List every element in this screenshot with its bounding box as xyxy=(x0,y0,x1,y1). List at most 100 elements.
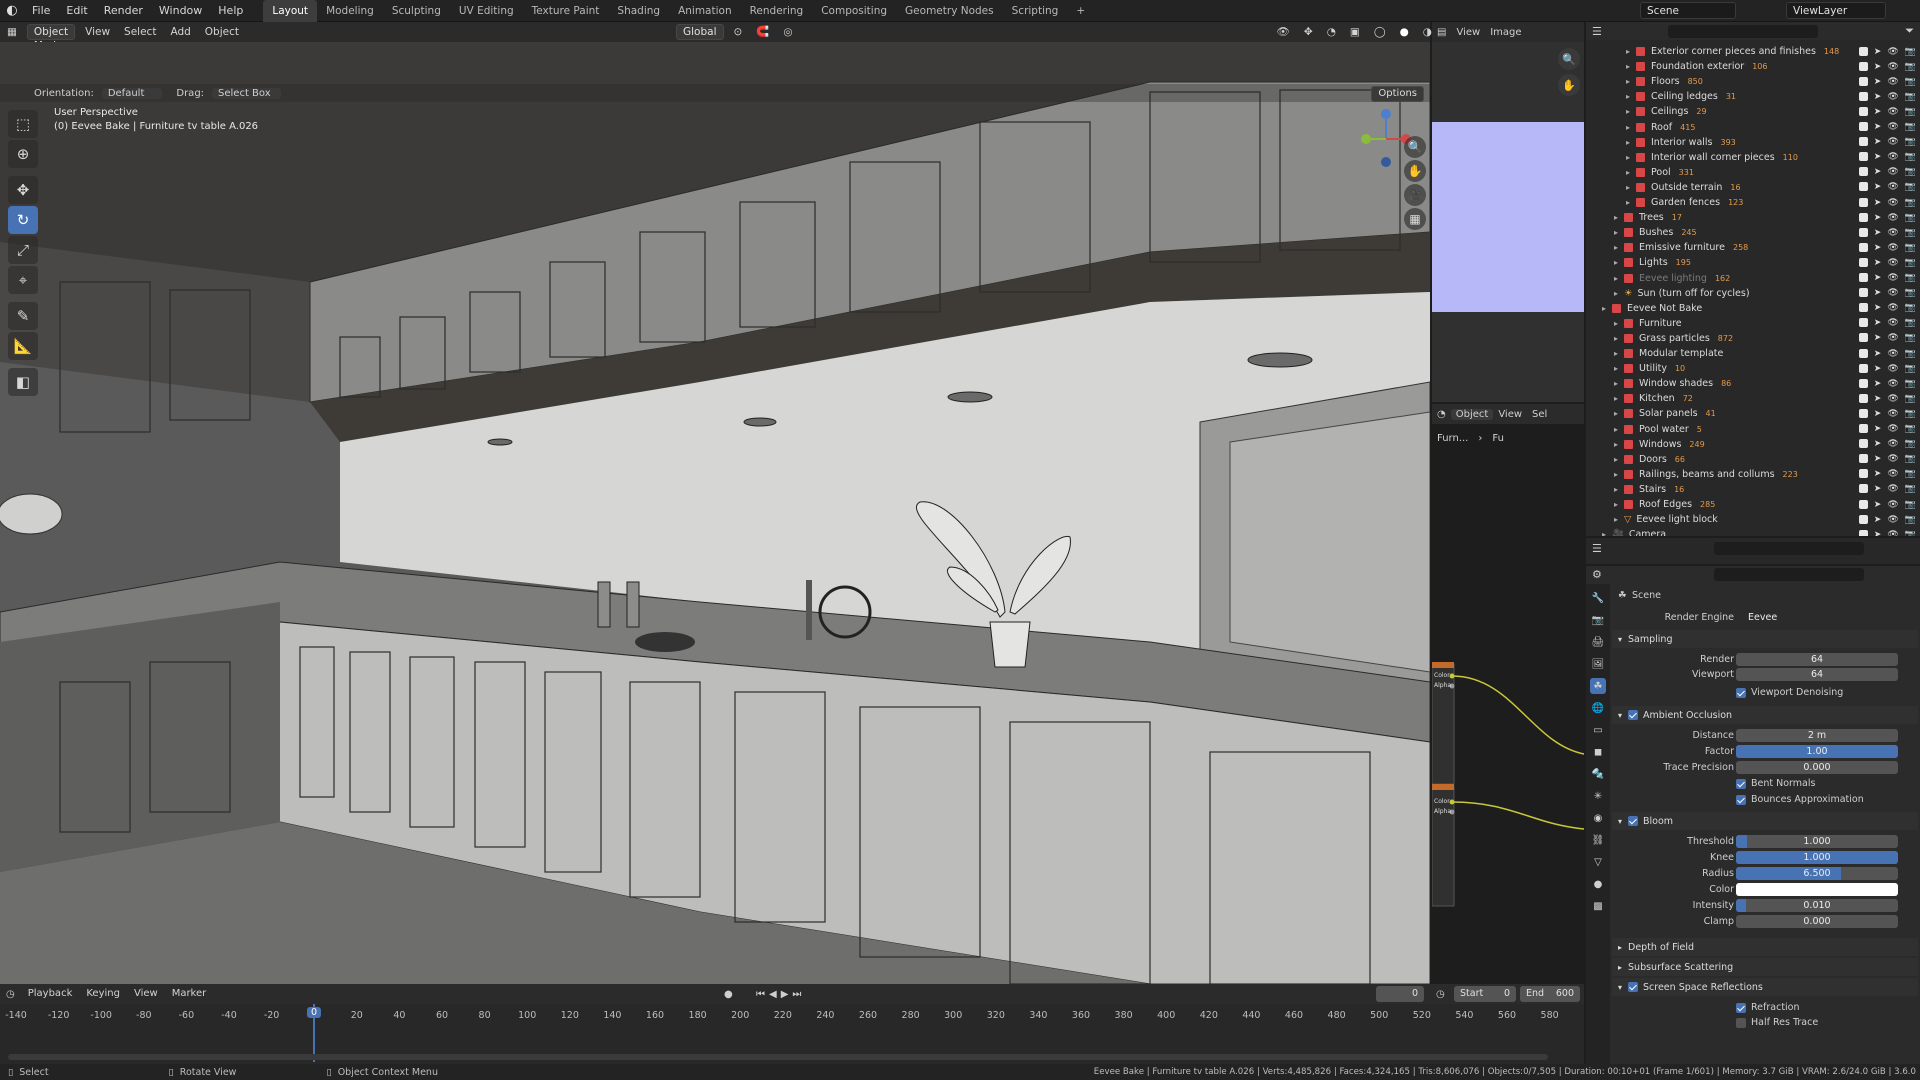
selectable-icon[interactable]: ➤ xyxy=(1874,213,1882,223)
start-frame-field[interactable]: Start 0 xyxy=(1454,986,1516,1002)
bent-normals-checkbox[interactable] xyxy=(1736,778,1746,789)
move-tool-icon[interactable]: ✥ xyxy=(8,176,38,204)
include-checkbox[interactable] xyxy=(1858,484,1868,494)
selectable-icon[interactable]: ➤ xyxy=(1874,228,1882,238)
eye-icon[interactable]: 👁 xyxy=(1887,333,1898,343)
eye-icon[interactable]: 👁 xyxy=(1887,167,1898,177)
outliner-row[interactable]: ▸ Garden fences 123 ➤ 👁 📷 xyxy=(1626,195,1920,210)
selectable-icon[interactable]: ➤ xyxy=(1874,92,1882,102)
expand-arrow-icon[interactable]: ▸ xyxy=(1626,107,1636,116)
bloom-panel-header[interactable]: ▾ Bloom xyxy=(1612,812,1918,830)
render-camera-icon[interactable]: 📷 xyxy=(1905,182,1916,192)
include-checkbox[interactable] xyxy=(1858,273,1868,282)
physics-tab-icon[interactable]: ◉ xyxy=(1590,810,1606,826)
include-checkbox[interactable] xyxy=(1858,303,1868,313)
eye-icon[interactable]: 👁 xyxy=(1887,273,1898,283)
selectable-icon[interactable]: ➤ xyxy=(1874,500,1882,510)
expand-arrow-icon[interactable]: ▸ xyxy=(1614,228,1624,237)
secondary-outliner-icon[interactable]: ☰ xyxy=(1592,542,1602,555)
expand-arrow-icon[interactable]: ▸ xyxy=(1626,138,1636,147)
eye-icon[interactable]: 👁 xyxy=(1887,228,1898,238)
timeline[interactable]: -140 -120 -100 -80 -60 -40 -20 0 20 40 60 80 100 120 1… xyxy=(0,1004,1584,1064)
snap-icon[interactable]: 🧲 xyxy=(749,22,776,42)
expand-arrow-icon[interactable]: ▸ xyxy=(1626,47,1636,56)
render-camera-icon[interactable]: 📷 xyxy=(1905,152,1916,162)
include-checkbox[interactable] xyxy=(1858,122,1868,131)
outliner-filter-icon[interactable]: ⏷ xyxy=(1899,24,1920,38)
3d-viewport[interactable]: Orientation: Default Drag: Select Box Op… xyxy=(0,42,1430,984)
timeline-menu-marker[interactable]: Marker xyxy=(165,984,214,1004)
outliner-row[interactable]: ▸ Exterior corner pieces and finishes 148 ➤… xyxy=(1626,44,1920,59)
render-camera-icon[interactable]: 📷 xyxy=(1905,469,1916,479)
transform-orientation-dropdown[interactable]: Global xyxy=(676,24,724,40)
solid-shading-icon[interactable]: ● xyxy=(1393,22,1416,42)
viewport-samples-field[interactable]: 64 xyxy=(1736,668,1898,681)
refraction-checkbox[interactable] xyxy=(1736,1002,1746,1013)
render-camera-icon[interactable]: 📷 xyxy=(1905,515,1916,525)
include-checkbox[interactable] xyxy=(1858,197,1868,207)
viewport-menu-add[interactable]: Add xyxy=(163,22,197,42)
include-checkbox[interactable] xyxy=(1858,257,1868,267)
outliner-row[interactable]: ▸ Railings, beams and collums 223 ➤ 👁 📷 xyxy=(1614,467,1920,482)
outliner-row[interactable]: ▸ Pool water 5 ➤ 👁 📷 xyxy=(1614,422,1920,437)
eye-icon[interactable]: 👁 xyxy=(1887,62,1898,72)
ssr-panel-header[interactable]: ▾ Screen Space Reflections xyxy=(1612,978,1918,996)
expand-arrow-icon[interactable]: ▸ xyxy=(1626,198,1636,207)
render-camera-icon[interactable]: 📷 xyxy=(1905,198,1916,208)
view-layer-selector[interactable]: ViewLayer xyxy=(1786,2,1886,19)
render-camera-icon[interactable]: 📷 xyxy=(1905,318,1916,328)
render-camera-icon[interactable]: 📷 xyxy=(1905,379,1916,389)
timeline-menu-playback[interactable]: Playback xyxy=(21,984,80,1004)
selectable-icon[interactable]: ➤ xyxy=(1874,243,1882,253)
include-checkbox[interactable] xyxy=(1858,469,1868,479)
outliner-row[interactable]: ▸ Roof Edges 285 ➤ 👁 📷 xyxy=(1614,497,1920,512)
render-camera-icon[interactable]: 📷 xyxy=(1905,364,1916,374)
annotate-tool-icon[interactable]: ✎ xyxy=(8,302,38,330)
outliner-row[interactable]: ▸ Ceiling ledges 31 ➤ 👁 📷 xyxy=(1626,89,1920,104)
zoom-icon[interactable]: 🔍 xyxy=(1404,136,1426,158)
rotate-tool-icon[interactable]: ↻ xyxy=(8,206,38,234)
outliner-row[interactable]: ▸ Eevee lighting 162 ➤ 👁 📷 xyxy=(1614,271,1920,286)
ao-trace-slider[interactable]: 0.000 xyxy=(1736,761,1898,774)
outliner-row[interactable]: ▸ Pool 331 ➤ 👁 📷 xyxy=(1626,165,1920,180)
ao-factor-slider[interactable]: 1.00 xyxy=(1736,745,1898,758)
menu-render[interactable]: Render xyxy=(96,0,151,22)
selectable-icon[interactable]: ➤ xyxy=(1874,303,1882,313)
keyframe-dot-icon[interactable]: ● xyxy=(724,989,733,1000)
tool-tab-icon[interactable]: 🔧 xyxy=(1590,590,1606,606)
timeline-editor-type-icon[interactable]: ◷ xyxy=(0,989,21,1000)
expand-arrow-icon[interactable]: ▸ xyxy=(1614,455,1624,464)
expand-arrow-icon[interactable]: ▸ xyxy=(1626,92,1636,101)
render-camera-icon[interactable]: 📷 xyxy=(1905,424,1916,434)
selectable-icon[interactable]: ➤ xyxy=(1874,530,1882,536)
eye-icon[interactable]: 👁 xyxy=(1887,152,1898,162)
outliner-search-input[interactable] xyxy=(1667,24,1818,38)
render-camera-icon[interactable]: 📷 xyxy=(1905,122,1916,132)
selectable-icon[interactable]: ➤ xyxy=(1874,198,1882,208)
bloom-radius-slider[interactable]: 6.500 xyxy=(1736,867,1898,880)
workspace-tab-scripting[interactable]: Scripting xyxy=(1003,0,1068,22)
current-frame-field[interactable]: 0 xyxy=(1376,986,1424,1002)
sss-panel-header[interactable]: ▸ Subsurface Scattering xyxy=(1612,958,1918,976)
include-checkbox[interactable] xyxy=(1858,499,1868,509)
include-checkbox[interactable] xyxy=(1858,393,1868,403)
include-checkbox[interactable] xyxy=(1858,454,1868,464)
include-checkbox[interactable] xyxy=(1858,91,1868,101)
include-checkbox[interactable] xyxy=(1858,348,1868,358)
menu-edit[interactable]: Edit xyxy=(58,0,95,22)
render-camera-icon[interactable]: 📷 xyxy=(1905,107,1916,117)
expand-arrow-icon[interactable]: ▸ xyxy=(1614,274,1624,283)
include-checkbox[interactable] xyxy=(1858,318,1868,328)
texture-tab-icon[interactable]: ▩ xyxy=(1590,898,1606,914)
eye-icon[interactable]: 👁 xyxy=(1887,182,1898,192)
mode-dropdown[interactable]: Object Mode xyxy=(26,24,76,52)
drag-dropdown[interactable]: Select Box xyxy=(212,87,281,99)
camera-view-icon[interactable]: 🎥 xyxy=(1404,184,1426,206)
world-tab-icon[interactable]: 🌐 xyxy=(1590,700,1606,716)
selectable-icon[interactable]: ➤ xyxy=(1874,167,1882,177)
selectable-icon[interactable]: ➤ xyxy=(1874,394,1882,404)
eye-icon[interactable]: 👁 xyxy=(1887,198,1898,208)
render-camera-icon[interactable]: 📷 xyxy=(1905,394,1916,404)
dof-panel-header[interactable]: ▸ Depth of Field xyxy=(1612,938,1918,956)
outliner-row[interactable]: ▸ Doors 66 ➤ 👁 📷 xyxy=(1614,452,1920,467)
